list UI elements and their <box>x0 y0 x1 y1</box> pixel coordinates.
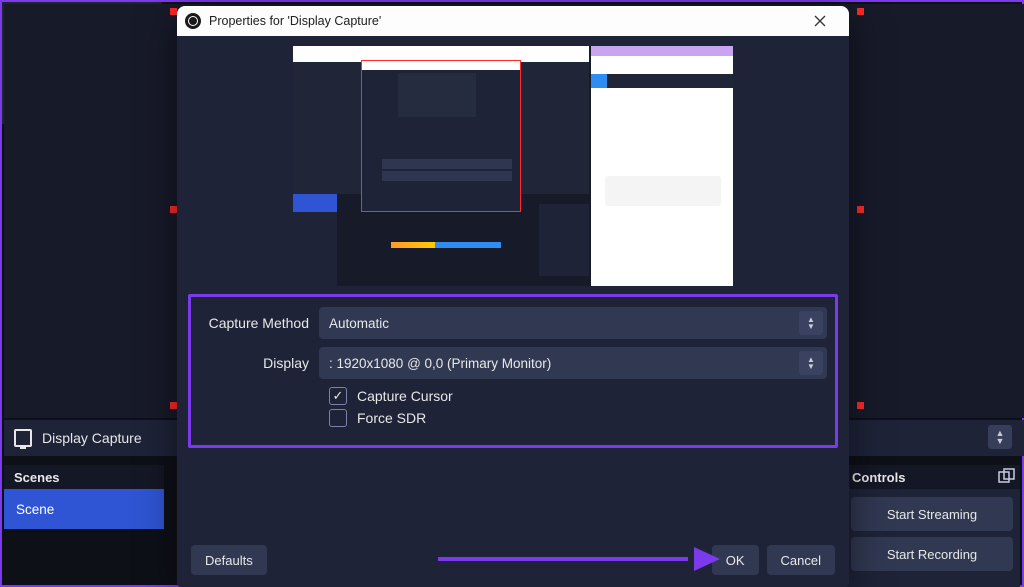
start-streaming-button[interactable]: Start Streaming <box>851 497 1013 531</box>
dialog-title: Properties for 'Display Capture' <box>209 14 381 28</box>
ok-button[interactable]: OK <box>712 545 759 575</box>
dialog-footer: Defaults OK Cancel <box>177 533 849 587</box>
select-spinner-icon: ▲▼ <box>799 311 823 335</box>
source-filter-spinner[interactable]: ▲▼ <box>988 425 1012 449</box>
obs-icon <box>185 13 201 29</box>
start-recording-button[interactable]: Start Recording <box>851 537 1013 571</box>
cancel-button[interactable]: Cancel <box>767 545 835 575</box>
undock-icon[interactable] <box>998 468 1016 486</box>
close-button[interactable] <box>799 6 841 36</box>
resize-handle[interactable] <box>857 206 864 213</box>
display-select[interactable]: : 1920x1080 @ 0,0 (Primary Monitor) ▲▼ <box>319 347 827 379</box>
resize-handle[interactable] <box>170 206 177 213</box>
checkbox-icon <box>329 387 347 405</box>
monitor-icon <box>14 429 32 447</box>
capture-method-select[interactable]: Automatic ▲▼ <box>319 307 827 339</box>
dialog-titlebar[interactable]: Properties for 'Display Capture' <box>177 6 849 36</box>
capture-cursor-label: Capture Cursor <box>357 388 453 404</box>
resize-handle[interactable] <box>857 402 864 409</box>
obs-main-window: Display Capture ▲▼ Scenes Scene Controls… <box>0 0 1024 587</box>
controls-header: Controls <box>842 465 1020 489</box>
capture-cursor-checkbox-row[interactable]: Capture Cursor <box>329 387 827 405</box>
scene-row-selected[interactable]: Scene <box>4 489 164 529</box>
select-spinner-icon: ▲▼ <box>799 351 823 375</box>
force-sdr-checkbox-row[interactable]: Force SDR <box>329 409 827 427</box>
display-label: Display <box>199 355 319 371</box>
source-label: Display Capture <box>42 430 142 446</box>
defaults-button[interactable]: Defaults <box>191 545 267 575</box>
scene-name: Scene <box>16 502 54 517</box>
close-icon <box>814 15 826 27</box>
scenes-header: Scenes <box>4 465 164 489</box>
checkbox-icon <box>329 409 347 427</box>
properties-dialog: Properties for 'Display Capture' <box>177 6 849 587</box>
form-highlight: Capture Method Automatic ▲▼ Display : 19… <box>188 294 838 448</box>
resize-handle[interactable] <box>857 8 864 15</box>
force-sdr-label: Force SDR <box>357 410 426 426</box>
resize-handle[interactable] <box>170 8 177 15</box>
dialog-preview <box>293 46 733 286</box>
resize-handle[interactable] <box>170 402 177 409</box>
capture-method-label: Capture Method <box>199 315 319 331</box>
